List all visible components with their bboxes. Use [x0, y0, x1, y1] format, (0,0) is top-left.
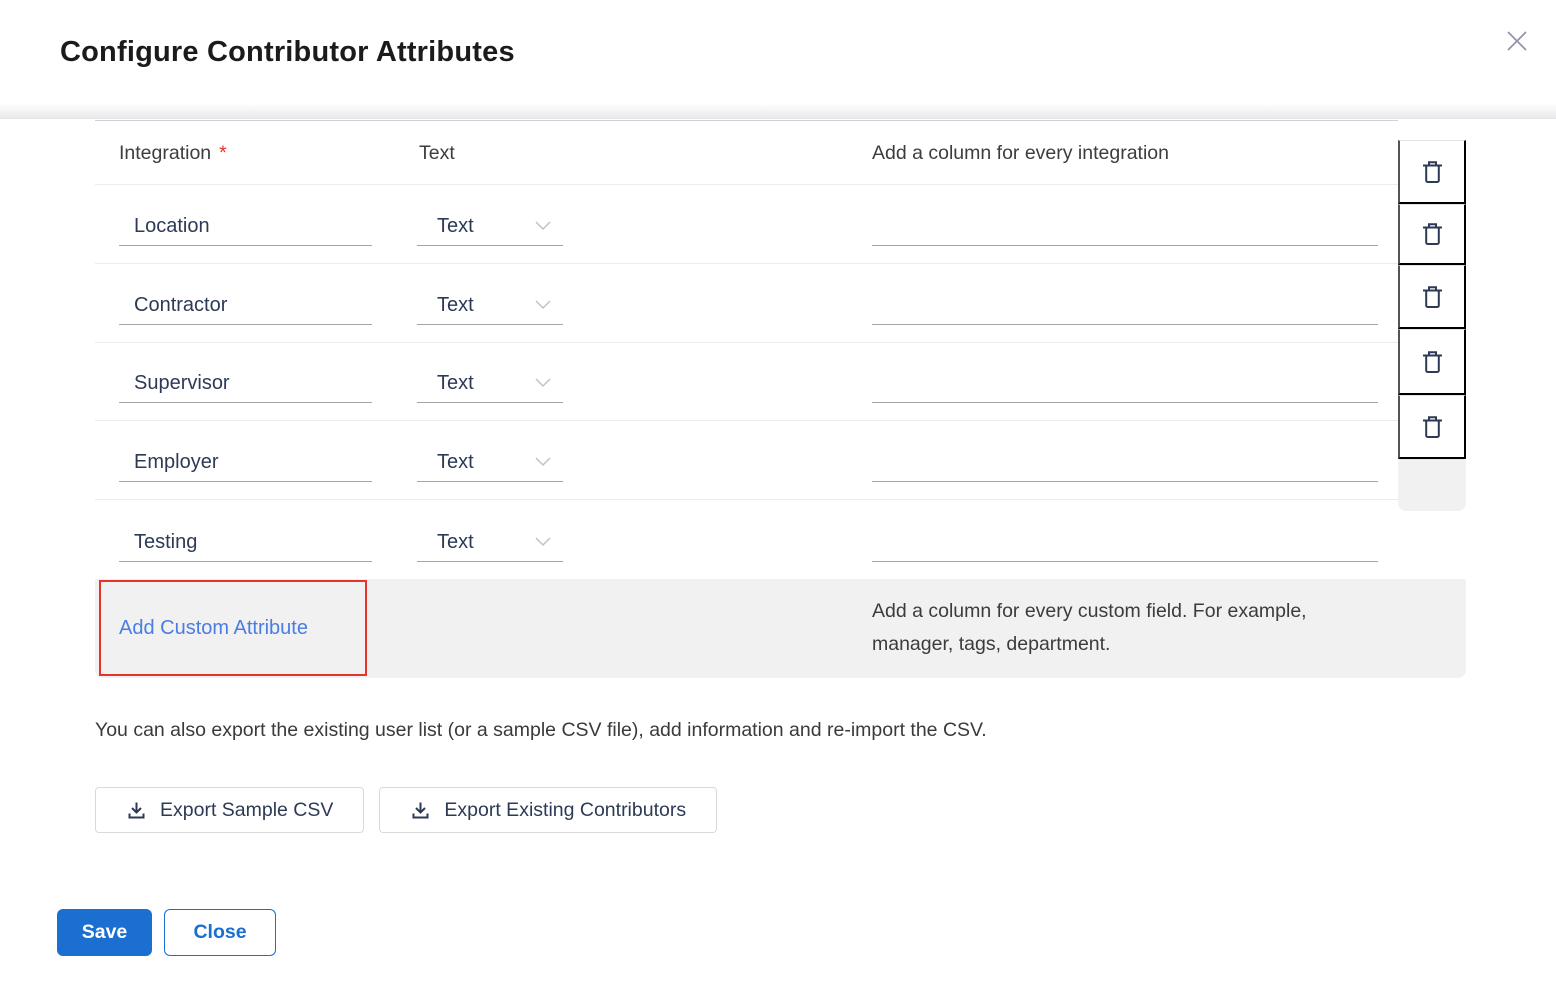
table-row: Employer Text	[95, 421, 1398, 500]
delete-column	[1398, 119, 1466, 579]
export-hint-text: You can also export the existing user li…	[95, 719, 987, 742]
header-divider	[0, 103, 1556, 119]
export-buttons: Export Sample CSV Export Existing Contri…	[95, 787, 717, 833]
trash-icon	[1421, 414, 1444, 440]
table-row: Testing Text	[95, 500, 1398, 579]
close-button[interactable]: Close	[164, 909, 276, 956]
integration-label: Integration *	[119, 121, 227, 185]
attribute-value-input[interactable]	[872, 364, 1378, 403]
add-custom-attribute-link[interactable]: Add Custom Attribute	[119, 617, 308, 640]
configure-contributor-attributes-modal: Configure Contributor Attributes Integra…	[0, 0, 1556, 996]
x-icon	[1503, 27, 1531, 55]
custom-attribute-row: Add Custom Attribute Add a column for ev…	[95, 579, 1466, 678]
page-title: Configure Contributor Attributes	[60, 36, 515, 69]
export-sample-csv-label: Export Sample CSV	[160, 799, 333, 822]
trash-icon	[1421, 159, 1444, 185]
chevron-down-icon	[535, 457, 551, 467]
integration-type-label: Text	[419, 121, 455, 185]
select-value: Text	[437, 451, 474, 474]
attribute-type-select[interactable]: Text	[417, 443, 563, 482]
table-row: Location Text	[95, 185, 1398, 264]
description-line: manager, tags, department.	[872, 628, 1307, 661]
chevron-down-icon	[535, 378, 551, 388]
delete-row-button[interactable]	[1398, 140, 1466, 204]
attribute-name-input[interactable]: Employer	[119, 443, 372, 482]
attribute-name-input[interactable]: Supervisor	[119, 364, 372, 403]
required-asterisk: *	[219, 142, 227, 165]
delete-row-button[interactable]	[1398, 329, 1466, 395]
select-value: Text	[437, 294, 474, 317]
export-sample-csv-button[interactable]: Export Sample CSV	[95, 787, 364, 833]
table-row: Supervisor Text	[95, 343, 1398, 421]
export-existing-contributors-button[interactable]: Export Existing Contributors	[379, 787, 717, 833]
attribute-value-input[interactable]	[872, 443, 1378, 482]
integration-name-text: Integration	[119, 142, 211, 165]
attribute-type-select[interactable]: Text	[417, 207, 563, 246]
attribute-value-input[interactable]	[872, 286, 1378, 325]
trash-icon	[1421, 284, 1444, 310]
save-button[interactable]: Save	[57, 909, 152, 956]
attribute-type-select[interactable]: Text	[417, 523, 563, 562]
download-icon	[126, 800, 147, 821]
table-row: Contractor Text	[95, 264, 1398, 343]
attribute-value-input[interactable]	[872, 207, 1378, 246]
export-existing-contributors-label: Export Existing Contributors	[444, 799, 686, 822]
trash-icon	[1421, 349, 1444, 375]
select-value: Text	[437, 531, 474, 554]
close-icon[interactable]	[1500, 24, 1534, 58]
attribute-name-input[interactable]: Location	[119, 207, 372, 246]
delete-row-button[interactable]	[1398, 265, 1466, 329]
chevron-down-icon	[535, 300, 551, 310]
select-value: Text	[437, 215, 474, 238]
table-row-integration: Integration * Text Add a column for ever…	[95, 120, 1398, 185]
select-value: Text	[437, 372, 474, 395]
attribute-name-input[interactable]: Contractor	[119, 286, 372, 325]
delete-row-button[interactable]	[1398, 395, 1466, 459]
integration-description: Add a column for every integration	[872, 121, 1169, 185]
download-icon	[410, 800, 431, 821]
attribute-value-input[interactable]	[872, 523, 1378, 562]
chevron-down-icon	[535, 537, 551, 547]
highlight-box: Add Custom Attribute	[99, 580, 367, 676]
attribute-type-select[interactable]: Text	[417, 364, 563, 403]
delete-row-button[interactable]	[1398, 204, 1466, 265]
description-line: Add a column for every custom field. For…	[872, 595, 1307, 628]
attribute-type-select[interactable]: Text	[417, 286, 563, 325]
chevron-down-icon	[535, 221, 551, 231]
attribute-name-input[interactable]: Testing	[119, 523, 372, 562]
trash-icon	[1421, 221, 1444, 247]
custom-attribute-description: Add a column for every custom field. For…	[872, 595, 1307, 661]
delete-cell-placeholder	[1398, 459, 1466, 511]
